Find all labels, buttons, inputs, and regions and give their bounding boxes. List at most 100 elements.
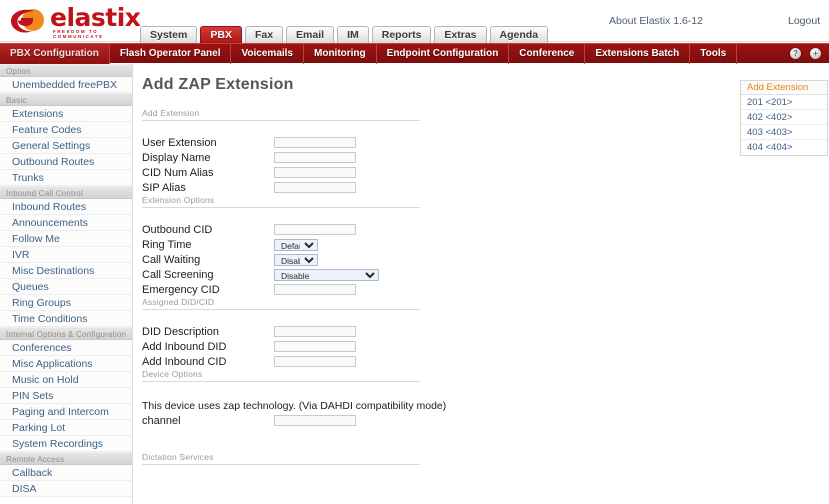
label-add-inbound-cid: Add Inbound CID: [142, 355, 227, 368]
section-add-extension: Add Extension: [142, 108, 420, 121]
subnav-item-monitoring[interactable]: Monitoring: [304, 43, 377, 64]
field-row-display-name: Display Name: [142, 150, 422, 165]
add-extension-link[interactable]: Add Extension: [741, 81, 827, 95]
sidebar-item-feature-codes[interactable]: Feature Codes: [0, 122, 132, 138]
subnav-item-voicemails[interactable]: Voicemails: [231, 43, 304, 64]
elastix-logo[interactable]: elastix FREEDOM TO COMMUNICATE: [8, 4, 141, 39]
tab-pbx[interactable]: PBX: [200, 26, 242, 43]
label-cid-num-alias: CID Num Alias: [142, 166, 214, 179]
pbx-sidebar[interactable]: Option Unembedded freePBX Basic Extensions F…: [0, 64, 133, 504]
sidebar-item-queues[interactable]: Queues: [0, 279, 132, 295]
label-add-inbound-did: Add Inbound DID: [142, 340, 227, 353]
label-user-extension: User Extension: [142, 136, 217, 149]
logo-wordmark: elastix: [50, 3, 141, 32]
tab-email[interactable]: Email: [286, 26, 335, 43]
sip-alias-input[interactable]: [274, 182, 356, 193]
sidebar-item-announcements[interactable]: Announcements: [0, 215, 132, 231]
elastix-logo-icon: [10, 9, 44, 33]
sidebar-item-disa[interactable]: DISA: [0, 481, 132, 497]
sidebar-item-misc-applications[interactable]: Misc Applications: [0, 356, 132, 372]
extension-list-item[interactable]: 403 <403>: [741, 125, 827, 140]
sidebar-item-ivr[interactable]: IVR: [0, 247, 132, 263]
section-device-options: Device Options: [142, 369, 420, 382]
tab-reports[interactable]: Reports: [371, 26, 432, 43]
add-inbound-did-input[interactable]: [274, 341, 356, 352]
sidebar-item-paging-and-intercom[interactable]: Paging and Intercom: [0, 404, 132, 420]
field-row-call-screening: Call Screening Disable: [142, 267, 422, 282]
did-description-input[interactable]: [274, 326, 356, 337]
sidebar-item-music-on-hold[interactable]: Music on Hold: [0, 372, 132, 388]
outbound-cid-input[interactable]: [274, 224, 356, 235]
tab-extras[interactable]: Extras: [434, 26, 487, 43]
tab-im[interactable]: IM: [337, 26, 369, 43]
user-extension-input[interactable]: [274, 137, 356, 148]
elastix-pbx-page: elastix FREEDOM TO COMMUNICATE About Ela…: [0, 0, 829, 504]
field-row-did-description: DID Description: [142, 324, 422, 339]
label-emergency-cid: Emergency CID: [142, 283, 220, 296]
sidebar-item-conferences[interactable]: Conferences: [0, 340, 132, 356]
device-technology-note: This device uses zap technology. (Via DA…: [142, 400, 447, 412]
top-header: elastix FREEDOM TO COMMUNICATE About Ela…: [0, 0, 829, 43]
extension-list-item[interactable]: 402 <402>: [741, 110, 827, 125]
cid-num-alias-input[interactable]: [274, 167, 356, 178]
channel-input[interactable]: [274, 415, 356, 426]
label-outbound-cid: Outbound CID: [142, 223, 213, 236]
sidebar-item-misc-destinations[interactable]: Misc Destinations: [0, 263, 132, 279]
emergency-cid-input[interactable]: [274, 284, 356, 295]
sidebar-item-inbound-routes[interactable]: Inbound Routes: [0, 199, 132, 215]
tab-agenda[interactable]: Agenda: [489, 26, 549, 43]
label-call-screening: Call Screening: [142, 268, 214, 281]
sidebar-item-outbound-routes[interactable]: Outbound Routes: [0, 154, 132, 170]
sidebar-item-unembedded-freepbx[interactable]: Unembedded freePBX: [0, 77, 132, 93]
subnav-item-flash-operator-panel[interactable]: Flash Operator Panel: [110, 43, 232, 64]
help-icon[interactable]: ?: [789, 47, 802, 60]
ring-time-select[interactable]: Default: [274, 238, 318, 251]
sidebar-item-time-conditions[interactable]: Time Conditions: [0, 311, 132, 327]
extension-list-panel: Add Extension 201 <201> 402 <402> 403 <403…: [740, 80, 828, 156]
extension-list: 201 <201> 402 <402> 403 <403> 404 <404>: [741, 95, 827, 155]
sidebar-item-ring-groups[interactable]: Ring Groups: [0, 295, 132, 311]
about-elastix-link[interactable]: About Elastix 1.6-12: [609, 15, 703, 27]
field-row-call-waiting: Call Waiting Disable: [142, 252, 422, 267]
extension-list-item[interactable]: 201 <201>: [741, 95, 827, 110]
info-icon[interactable]: +: [809, 47, 822, 60]
sidebar-group-option: Option: [0, 64, 132, 77]
tab-fax[interactable]: Fax: [244, 26, 284, 43]
logout-link[interactable]: Logout: [788, 15, 820, 27]
field-row-sip-alias: SIP Alias: [142, 180, 422, 195]
call-waiting-select[interactable]: Disable: [274, 253, 318, 266]
section-assigned-did-cid: Assigned DID/CID: [142, 297, 420, 310]
sidebar-item-general-settings[interactable]: General Settings: [0, 138, 132, 154]
sidebar-item-system-recordings[interactable]: System Recordings: [0, 436, 132, 452]
sidebar-group-inbound-call-control: Inbound Call Control: [0, 186, 132, 199]
main-content: Add ZAP Extension Add Extension User Ext…: [134, 64, 734, 504]
label-display-name: Display Name: [142, 151, 211, 164]
page-title: Add ZAP Extension: [142, 76, 294, 93]
subnav-item-conference[interactable]: Conference: [509, 43, 586, 64]
sidebar-item-follow-me[interactable]: Follow Me: [0, 231, 132, 247]
extension-list-item[interactable]: 404 <404>: [741, 140, 827, 155]
subnav-item-pbx-configuration[interactable]: PBX Configuration: [0, 43, 110, 64]
display-name-input[interactable]: [274, 152, 356, 163]
main-tab-bar: System PBX Fax Email IM Reports Extras Agenda: [140, 25, 549, 43]
sidebar-item-callback[interactable]: Callback: [0, 465, 132, 481]
label-call-waiting: Call Waiting: [142, 253, 201, 266]
sidebar-item-trunks[interactable]: Trunks: [0, 170, 132, 186]
tab-system[interactable]: System: [140, 26, 198, 43]
sidebar-item-parking-lot[interactable]: Parking Lot: [0, 420, 132, 436]
add-inbound-cid-input[interactable]: [274, 356, 356, 367]
subnav-item-endpoint-configuration[interactable]: Endpoint Configuration: [377, 43, 510, 64]
logo-tagline: FREEDOM TO COMMUNICATE: [53, 29, 104, 39]
section-dictation-services: Dictation Services: [142, 452, 420, 465]
field-row-emergency-cid: Emergency CID: [142, 282, 422, 297]
sidebar-group-internal-options-configuration: Internal Options & Configuration: [0, 327, 132, 340]
sidebar-item-extensions[interactable]: Extensions: [0, 106, 132, 122]
label-did-description: DID Description: [142, 325, 220, 338]
call-screening-select[interactable]: Disable: [274, 268, 379, 281]
field-row-add-inbound-did: Add Inbound DID: [142, 339, 422, 354]
sidebar-item-pin-sets[interactable]: PIN Sets: [0, 388, 132, 404]
label-sip-alias: SIP Alias: [142, 181, 186, 194]
subnav-item-tools[interactable]: Tools: [690, 43, 738, 64]
sidebar-group-remote-access: Remote Access: [0, 452, 132, 465]
subnav-item-extensions-batch[interactable]: Extensions Batch: [585, 43, 691, 64]
